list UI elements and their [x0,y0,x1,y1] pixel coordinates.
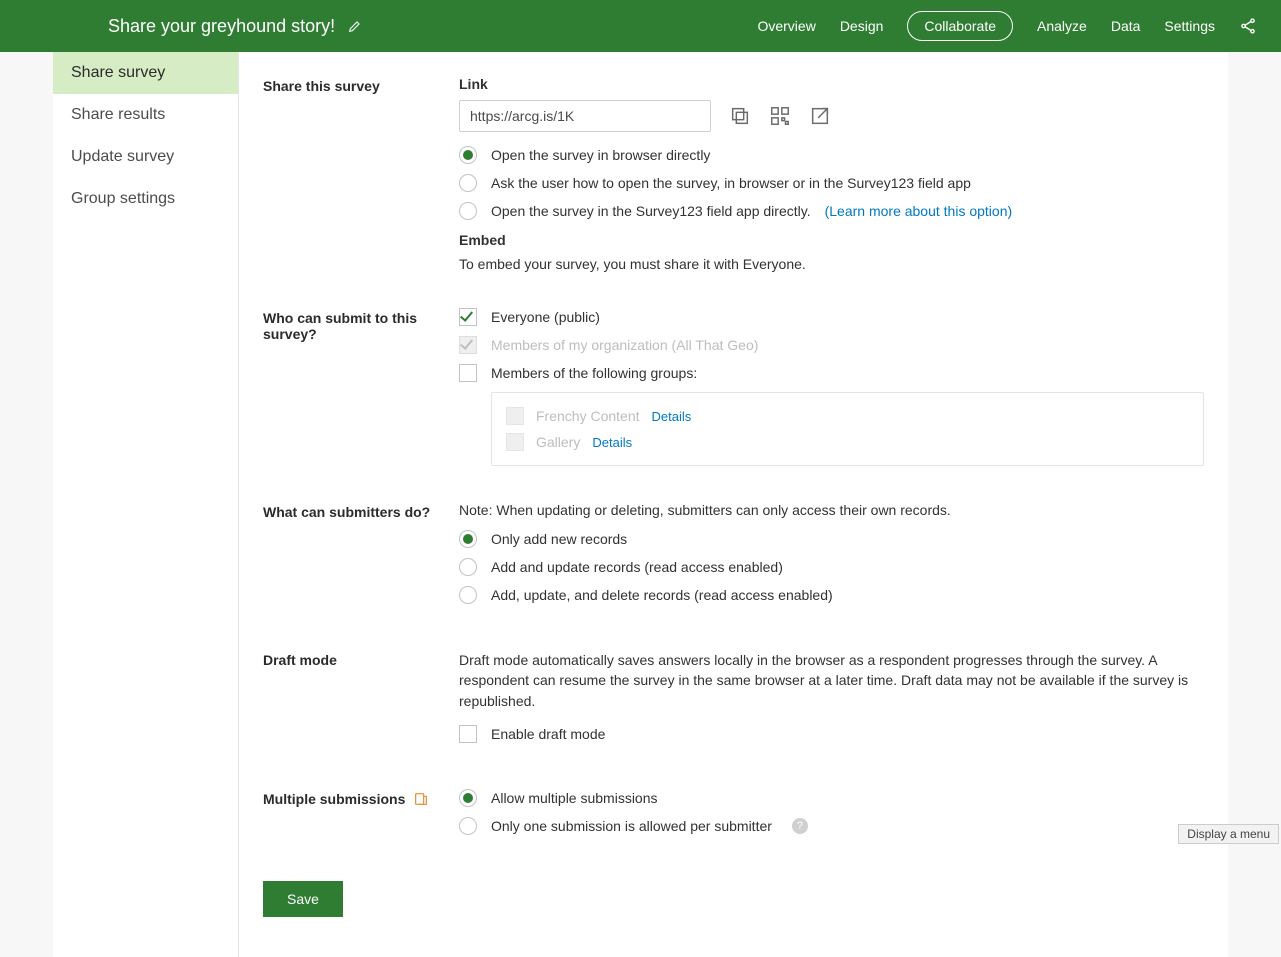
radio-one-only-label: Only one submission is allowed per submi… [491,818,772,834]
learn-more-link[interactable]: (Learn more about this option) [825,203,1013,219]
check-groups-label: Members of the following groups: [491,365,697,381]
sidebar-item-share-results[interactable]: Share results [53,94,238,136]
embed-label: Embed [459,232,1204,248]
radio-add-update-label: Add and update records (read access enab… [491,559,783,575]
sidebar-item-update-survey[interactable]: Update survey [53,136,238,178]
nav-overview[interactable]: Overview [757,18,815,34]
sidebar-item-share-survey[interactable]: Share survey [53,52,238,94]
section-draft: Draft mode Draft mode automatically save… [263,650,1204,753]
radio-field-app[interactable] [459,202,477,220]
radio-add-only-label: Only add new records [491,531,627,547]
check-enable-draft[interactable] [459,725,477,743]
nav-analyze[interactable]: Analyze [1037,18,1087,34]
check-org-label: Members of my organization (All That Geo… [491,337,758,353]
link-label: Link [459,76,1204,92]
qr-code-icon[interactable] [769,105,791,127]
radio-add-only[interactable] [459,530,477,548]
nav-design[interactable]: Design [840,18,884,34]
open-external-icon[interactable] [809,105,831,127]
section-who-submit: Who can submit to this survey? Everyone … [263,308,1204,466]
nav-collaborate[interactable]: Collaborate [907,11,1013,41]
check-groups[interactable] [459,364,477,382]
radio-field-app-label: Open the survey in the Survey123 field a… [491,203,811,219]
check-everyone-label: Everyone (public) [491,309,600,325]
premium-icon [413,791,429,807]
share-icon[interactable] [1239,17,1257,35]
radio-open-browser[interactable] [459,146,477,164]
radio-add-update-delete-label: Add, update, and delete records (read ac… [491,587,833,603]
permissions-note: Note: When updating or deleting, submitt… [459,502,1204,518]
group-1-name: Frenchy Content [536,408,640,424]
help-icon[interactable]: ? [792,818,808,834]
group-2-name: Gallery [536,434,580,450]
section-multiple: Multiple submissions Allow multiple subm… [263,789,1204,845]
group-2-details[interactable]: Details [592,435,632,450]
embed-text: To embed your survey, you must share it … [459,256,1204,272]
radio-add-update-delete[interactable] [459,586,477,604]
save-button[interactable]: Save [263,881,343,917]
radio-allow-multiple-label: Allow multiple submissions [491,790,658,806]
link-input[interactable] [459,100,711,132]
nav-settings[interactable]: Settings [1164,18,1215,34]
check-enable-draft-label: Enable draft mode [491,726,605,742]
permissions-heading: What can submitters do? [263,502,459,520]
draft-desc: Draft mode automatically saves answers l… [459,650,1204,711]
radio-open-browser-label: Open the survey in browser directly [491,147,710,163]
radio-ask-user-label: Ask the user how to open the survey, in … [491,175,971,191]
display-menu-hint[interactable]: Display a menu [1178,824,1279,844]
check-everyone[interactable] [459,308,477,326]
multiple-heading: Multiple submissions [263,791,405,807]
draft-heading: Draft mode [263,650,459,668]
app-header: Share your greyhound story! Overview Des… [0,0,1281,52]
share-heading: Share this survey [263,76,459,94]
radio-add-update[interactable] [459,558,477,576]
who-submit-heading: Who can submit to this survey? [263,308,459,342]
section-permissions: What can submitters do? Note: When updat… [263,502,1204,614]
radio-ask-user[interactable] [459,174,477,192]
edit-icon[interactable] [347,18,363,34]
radio-allow-multiple[interactable] [459,789,477,807]
check-group-2 [506,433,524,451]
nav-data[interactable]: Data [1111,18,1141,34]
sidebar-item-group-settings[interactable]: Group settings [53,178,238,220]
radio-one-only[interactable] [459,817,477,835]
group-1-details[interactable]: Details [652,409,692,424]
main-nav: Overview Design Collaborate Analyze Data… [757,11,1257,41]
page-title: Share your greyhound story! [108,16,335,37]
check-group-1 [506,407,524,425]
sidebar: Share survey Share results Update survey… [53,52,239,957]
section-share: Share this survey Link [263,76,1204,272]
check-org [459,336,477,354]
copy-icon[interactable] [729,105,751,127]
groups-box: Frenchy Content Details Gallery Details [491,392,1204,466]
